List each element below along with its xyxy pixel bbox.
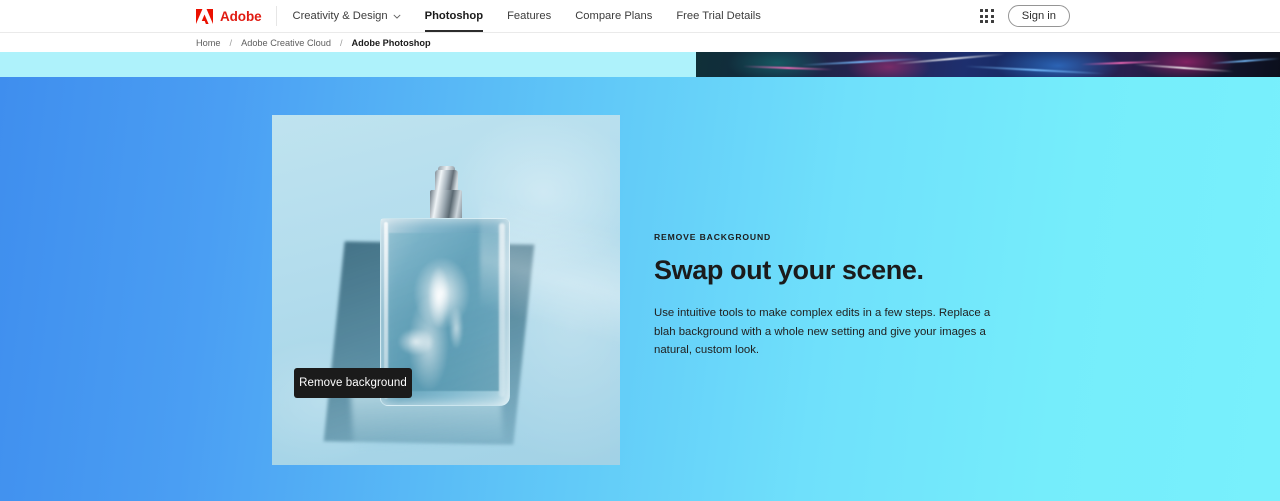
nav-item-label: Features — [507, 10, 552, 22]
adobe-wordmark: Adobe — [220, 8, 262, 24]
decor-strip-left-fill — [0, 52, 696, 77]
photo-light-streak — [480, 115, 620, 465]
product-photo — [272, 115, 620, 465]
remove-background-chip[interactable]: Remove background — [294, 368, 412, 398]
breadcrumb-item-adobe-creative-cloud[interactable]: Adobe Creative Cloud — [241, 38, 331, 48]
nav-item-label: Creativity & Design — [292, 10, 388, 22]
chevron-down-icon — [393, 10, 401, 22]
nav-item-label: Photoshop — [424, 10, 484, 22]
bottle-nozzle — [435, 170, 458, 192]
breadcrumb-item-home[interactable]: Home — [196, 38, 221, 48]
global-navigation-bar: Adobe Creativity & Design Photoshop Feat… — [0, 0, 1280, 32]
hero-eyebrow: Remove background — [654, 232, 772, 242]
sign-in-button[interactable]: Sign in — [1007, 5, 1070, 27]
nav-item-label: Free Trial Details — [676, 10, 761, 22]
decor-abstract-banner-image — [696, 52, 1280, 77]
breadcrumb-separator: / — [229, 37, 233, 48]
nav-primary-links: Creativity & Design Photoshop Features C… — [277, 0, 773, 32]
hero-copy: Remove background Swap out your scene. U… — [654, 232, 1014, 360]
breadcrumb: Home / Adobe Creative Cloud / Adobe Phot… — [0, 33, 1280, 52]
adobe-a-logo-icon — [196, 8, 213, 24]
nav-item-compare-plans[interactable]: Compare Plans — [563, 0, 664, 32]
decor-strip-row — [0, 52, 1280, 77]
bottle-highlight-splash — [397, 241, 473, 381]
nav-item-label: Compare Plans — [575, 10, 653, 22]
nav-item-free-trial-details[interactable]: Free Trial Details — [664, 0, 773, 32]
nav-item-creativity-design[interactable]: Creativity & Design — [277, 0, 413, 32]
nav-left-group: Adobe Creativity & Design Photoshop Feat… — [0, 0, 773, 32]
page-root: Adobe Creativity & Design Photoshop Feat… — [0, 0, 1280, 501]
app-grid-icon[interactable] — [980, 9, 994, 23]
nav-right-group: Sign in — [980, 0, 1280, 32]
nav-item-photoshop[interactable]: Photoshop — [413, 0, 495, 32]
hero-section: Remove background Remove background Swap… — [0, 77, 1280, 501]
breadcrumb-item-adobe-photoshop: Adobe Photoshop — [351, 37, 431, 48]
nav-bottom-rule — [0, 32, 1280, 33]
hero-description: Use intuitive tools to make complex edit… — [654, 307, 991, 357]
breadcrumb-separator: / — [339, 37, 343, 48]
remove-background-chip-label: Remove background — [299, 377, 407, 389]
nav-item-features[interactable]: Features — [495, 0, 563, 32]
adobe-brand-link[interactable]: Adobe — [196, 0, 276, 32]
page-title: Swap out your scene. — [654, 255, 924, 285]
